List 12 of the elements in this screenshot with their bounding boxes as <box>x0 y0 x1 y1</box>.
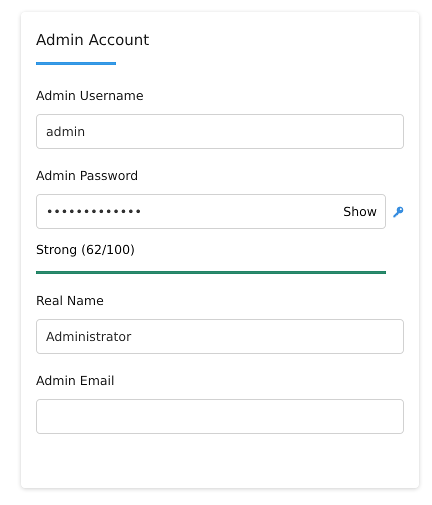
password-field[interactable]: ••••••••••••• Show <box>36 194 386 229</box>
field-label: Admin Username <box>36 87 144 105</box>
input-field[interactable]: Administrator <box>36 319 404 354</box>
input-field[interactable]: admin <box>36 114 404 149</box>
field-label: Real Name <box>36 292 104 310</box>
password-input[interactable]: ••••••••••••• <box>37 195 344 228</box>
field-label: Admin Password <box>36 167 138 185</box>
strength-label: Strong (62/100) <box>36 241 135 259</box>
show-button[interactable]: Show <box>343 204 377 219</box>
input-field[interactable] <box>36 399 404 434</box>
card-title: Admin Account <box>36 30 150 50</box>
field-label: Admin Email <box>36 372 114 390</box>
